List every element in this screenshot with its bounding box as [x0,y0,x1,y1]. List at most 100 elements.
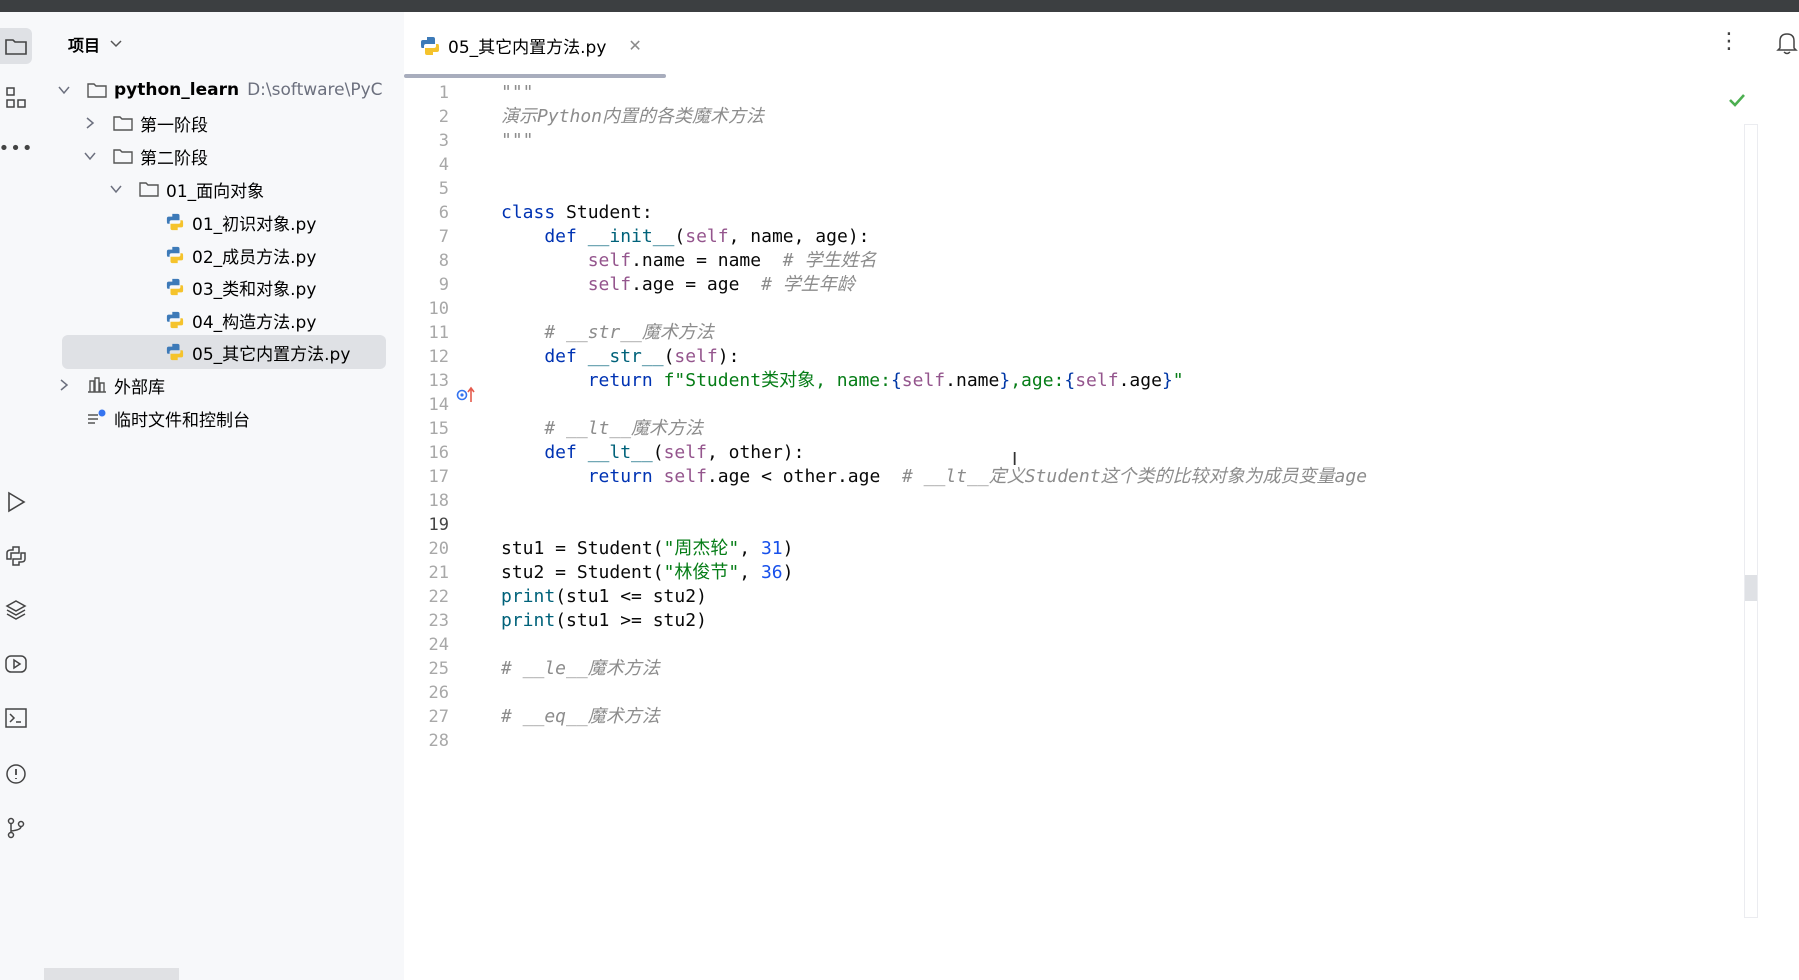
code-line[interactable]: """ [501,129,534,153]
project-tree-item[interactable]: 05_其它内置方法.py [62,335,386,369]
project-tree-item-label: 临时文件和控制台 [114,410,250,431]
editor-vertical-scrollbar[interactable] [1744,124,1758,918]
code-line[interactable]: print(stu1 >= stu2) [501,609,707,633]
python-console-icon [6,546,26,566]
code-line[interactable]: def __str__(self): [501,345,739,369]
code-token: ( [652,442,664,463]
folder-icon [112,113,134,133]
line-number: 28 [428,731,449,751]
code-token: stu2 = Student( [501,562,664,583]
folder-icon [5,39,27,55]
code-line[interactable]: def __init__(self, name, age): [501,225,870,249]
code-line[interactable]: self.age = age # 学生年龄 [501,273,855,297]
line-number: 9 [438,275,449,295]
project-tree-item[interactable]: 01_面向对象 [108,172,264,206]
editor-tab-active[interactable]: 05_其它内置方法.py ✕ [420,33,642,58]
python-file-icon [421,36,439,55]
chevron-down-icon[interactable] [108,181,124,197]
notifications-bell-icon[interactable] [1776,30,1798,60]
code-line[interactable]: """ [501,81,534,105]
code-line[interactable]: # __le__魔术方法 [501,657,660,681]
line-number: 13 [428,371,449,391]
services-tool-button[interactable] [0,646,32,682]
code-line[interactable]: # __str__魔术方法 [501,321,714,345]
code-token: self [685,226,729,247]
code-token: def [501,226,588,247]
python-file-icon [164,342,186,362]
line-number: 25 [428,659,449,679]
project-tree-item-label: 第一阶段 [140,115,208,136]
terminal-tool-button[interactable] [0,700,32,736]
editor-scrollbar-thumb[interactable] [1745,575,1757,601]
code-token: , name, age): [728,226,870,247]
structure-tool-button[interactable] [0,80,32,116]
layers-icon [5,600,27,620]
project-panel-title: 项目 [68,36,101,55]
project-tree-item-label: 05_其它内置方法.py [192,344,351,365]
problems-tool-button[interactable] [0,756,32,792]
project-tree-item[interactable]: python_learn D:\software\PyC [56,73,383,107]
project-tree-item[interactable]: 第二阶段 [82,139,208,173]
code-line[interactable]: class Student: [501,201,653,225]
code-token: self [663,466,707,487]
chevron-right-icon[interactable] [82,115,98,131]
override-method-gutter-icon[interactable] [456,386,476,408]
code-line[interactable]: 演示Python内置的各类魔术方法 [501,105,764,129]
code-token: # __eq__魔术方法 [501,706,660,727]
project-tree-item-label: 03_类和对象.py [192,279,317,300]
project-tree-item[interactable]: 外部库 [56,368,165,402]
code-token: .age = age [631,274,762,295]
line-number: 5 [438,179,449,199]
code-line[interactable]: self.name = name # 学生姓名 [501,249,877,273]
project-tree-item[interactable]: 01_初识对象.py [134,205,316,239]
project-tree-item[interactable]: 02_成员方法.py [134,238,316,272]
chevron-right-icon[interactable] [56,377,72,393]
code-token: { [890,370,902,391]
project-tree-item-label: python_learn [114,80,240,100]
line-number: 27 [428,707,449,727]
chevron-down-icon[interactable] [56,82,72,98]
line-number: 1 [438,83,449,103]
project-horizontal-scrollbar[interactable] [44,968,179,980]
close-tab-icon[interactable]: ✕ [628,36,641,55]
warning-circle-icon [6,764,26,784]
project-tree-item[interactable]: 第一阶段 [82,106,208,140]
code-line[interactable]: stu2 = Student("林俊节", 36) [501,561,793,585]
code-line[interactable]: stu1 = Student("周杰轮", 31) [501,537,793,561]
project-tree-item[interactable]: 04_构造方法.py [134,303,316,337]
python-packages-button[interactable] [0,592,32,628]
text-cursor-icon: I [1012,449,1018,470]
editor-area[interactable] [404,12,1799,980]
code-token: 36 [760,562,783,583]
more-options-icon[interactable]: ⋮ [1718,31,1740,53]
code-token: # 学生姓名 [782,250,877,271]
line-number: 2 [438,107,449,127]
code-token: } [999,370,1011,391]
code-line[interactable]: return self.age < other.age # __lt__定义St… [501,465,1367,489]
code-line[interactable]: return f"Student类对象, name:{self.name},ag… [501,369,1184,393]
project-panel-header[interactable]: 项目 [68,32,122,56]
code-token: (stu1 >= stu2) [555,610,707,631]
code-token: self [663,442,707,463]
code-line[interactable]: # __eq__魔术方法 [501,705,660,729]
project-tool-button[interactable] [0,28,32,64]
code-token: " [1172,370,1184,391]
code-token: ( [674,226,686,247]
line-number: 16 [428,443,449,463]
code-token: # __le__魔术方法 [501,658,660,679]
line-number: 15 [428,419,449,439]
code-line[interactable]: print(stu1 <= stu2) [501,585,707,609]
more-tools-button[interactable]: ••• [0,130,32,166]
chevron-down-icon[interactable] [82,148,98,164]
code-line[interactable]: def __lt__(self, other): [501,441,804,465]
python-console-button[interactable] [0,538,32,574]
run-tool-button[interactable] [0,484,32,520]
code-line[interactable]: # __lt__魔术方法 [501,417,703,441]
project-tree-item-label: 外部库 [114,377,165,398]
project-tree-item[interactable]: 临时文件和控制台 [56,401,250,435]
inspection-ok-check-icon[interactable] [1728,92,1746,111]
project-tree-item[interactable]: 03_类和对象.py [134,270,316,304]
git-tool-button[interactable] [0,810,32,846]
